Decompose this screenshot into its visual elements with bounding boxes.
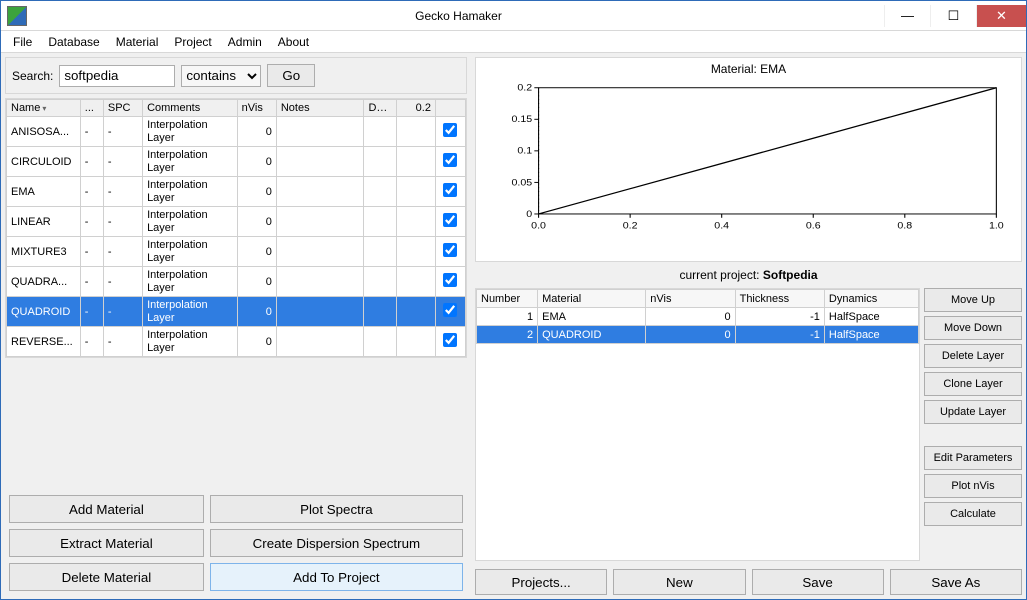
move-down-button[interactable]: Move Down (924, 316, 1022, 340)
row-checkbox[interactable] (443, 183, 457, 197)
clone-layer-button[interactable]: Clone Layer (924, 372, 1022, 396)
row-checkbox[interactable] (443, 303, 457, 317)
col-nvis[interactable]: nVis (237, 100, 276, 117)
table-row[interactable]: CIRCULOID--Interpolation Layer0 (7, 147, 466, 177)
lcol-number[interactable]: Number (477, 290, 538, 308)
menu-about[interactable]: About (270, 33, 317, 51)
window-title: Gecko Hamaker (33, 9, 884, 23)
row-checkbox[interactable] (443, 243, 457, 257)
col-dots[interactable]: ... (80, 100, 103, 117)
menu-material[interactable]: Material (108, 33, 167, 51)
extract-material-button[interactable]: Extract Material (9, 529, 204, 557)
menu-admin[interactable]: Admin (220, 33, 270, 51)
app-icon (7, 6, 27, 26)
col-ds[interactable]: DS... (364, 100, 396, 117)
col-comments[interactable]: Comments (143, 100, 238, 117)
projects-button[interactable]: Projects... (475, 569, 607, 595)
lcol-nvis[interactable]: nVis (646, 290, 735, 308)
row-checkbox[interactable] (443, 333, 457, 347)
row-checkbox[interactable] (443, 273, 457, 287)
search-mode-select[interactable]: contains (181, 65, 261, 87)
maximize-button[interactable]: ☐ (930, 5, 976, 27)
svg-text:0: 0 (526, 209, 532, 219)
create-dispersion-button[interactable]: Create Dispersion Spectrum (210, 529, 463, 557)
svg-text:0.8: 0.8 (897, 221, 912, 231)
row-checkbox[interactable] (443, 153, 457, 167)
minimize-button[interactable]: — (884, 5, 930, 27)
row-checkbox[interactable] (443, 123, 457, 137)
col-name[interactable]: Name▾ (7, 100, 81, 117)
lcol-material[interactable]: Material (538, 290, 646, 308)
plot-nvis-button[interactable]: Plot nVis (924, 474, 1022, 498)
save-as-button[interactable]: Save As (890, 569, 1022, 595)
search-label: Search: (12, 69, 53, 83)
titlebar: Gecko Hamaker — ☐ ✕ (1, 1, 1026, 31)
menubar: File Database Material Project Admin Abo… (1, 31, 1026, 53)
search-bar: Search: contains Go (5, 57, 467, 94)
project-heading: current project: Softpedia (475, 266, 1022, 284)
svg-text:0.4: 0.4 (714, 221, 729, 231)
table-row[interactable]: EMA--Interpolation Layer0 (7, 177, 466, 207)
chart-panel: Material: EMA 0.0 0.2 0.4 0.6 0.8 1.0 0 0.05 0.1… (475, 57, 1022, 262)
table-row[interactable]: 2QUADROID0-1HalfSpace (477, 326, 919, 344)
svg-text:0.2: 0.2 (517, 83, 532, 93)
col-notes[interactable]: Notes (276, 100, 364, 117)
layer-table[interactable]: Number Material nVis Thickness Dynamics … (476, 289, 919, 344)
app-window: Gecko Hamaker — ☐ ✕ File Database Materi… (0, 0, 1027, 600)
lcol-thickness[interactable]: Thickness (735, 290, 824, 308)
table-row[interactable]: 1EMA0-1HalfSpace (477, 308, 919, 326)
delete-material-button[interactable]: Delete Material (9, 563, 204, 591)
svg-text:0.05: 0.05 (511, 178, 532, 188)
go-button[interactable]: Go (267, 64, 315, 87)
row-checkbox[interactable] (443, 213, 457, 227)
lcol-dynamics[interactable]: Dynamics (824, 290, 918, 308)
table-row[interactable]: MIXTURE3--Interpolation Layer0 (7, 237, 466, 267)
chart-plot: 0.0 0.2 0.4 0.6 0.8 1.0 0 0.05 0.1 0.15 0.2 (496, 82, 1007, 235)
search-input[interactable] (59, 65, 175, 87)
table-row[interactable]: LINEAR--Interpolation Layer0 (7, 207, 466, 237)
table-row[interactable]: QUADROID--Interpolation Layer0 (7, 297, 466, 327)
close-button[interactable]: ✕ (976, 5, 1026, 27)
table-row[interactable]: REVERSE...--Interpolation Layer0 (7, 327, 466, 357)
edit-parameters-button[interactable]: Edit Parameters (924, 446, 1022, 470)
svg-text:0.1: 0.1 (517, 146, 532, 156)
material-table[interactable]: Name▾ ... SPC Comments nVis Notes DS... … (6, 99, 466, 357)
col-chk[interactable] (435, 100, 465, 117)
add-to-project-button[interactable]: Add To Project (210, 563, 463, 591)
update-layer-button[interactable]: Update Layer (924, 400, 1022, 424)
menu-project[interactable]: Project (166, 33, 219, 51)
calculate-button[interactable]: Calculate (924, 502, 1022, 526)
table-row[interactable]: ANISOSA...--Interpolation Layer0 (7, 117, 466, 147)
delete-layer-button[interactable]: Delete Layer (924, 344, 1022, 368)
svg-text:0.2: 0.2 (623, 221, 638, 231)
plot-spectra-button[interactable]: Plot Spectra (210, 495, 463, 523)
svg-text:0.6: 0.6 (806, 221, 821, 231)
save-button[interactable]: Save (752, 569, 884, 595)
svg-text:0.0: 0.0 (531, 221, 546, 231)
add-material-button[interactable]: Add Material (9, 495, 204, 523)
svg-text:1.0: 1.0 (989, 221, 1004, 231)
chart-title: Material: EMA (476, 62, 1021, 76)
new-button[interactable]: New (613, 569, 745, 595)
table-row[interactable]: QUADRA...--Interpolation Layer0 (7, 267, 466, 297)
menu-file[interactable]: File (5, 33, 40, 51)
col-spc[interactable]: SPC (103, 100, 142, 117)
col-num[interactable]: 0.2 (396, 100, 435, 117)
svg-text:0.15: 0.15 (511, 115, 532, 125)
menu-database[interactable]: Database (40, 33, 107, 51)
move-up-button[interactable]: Move Up (924, 288, 1022, 312)
